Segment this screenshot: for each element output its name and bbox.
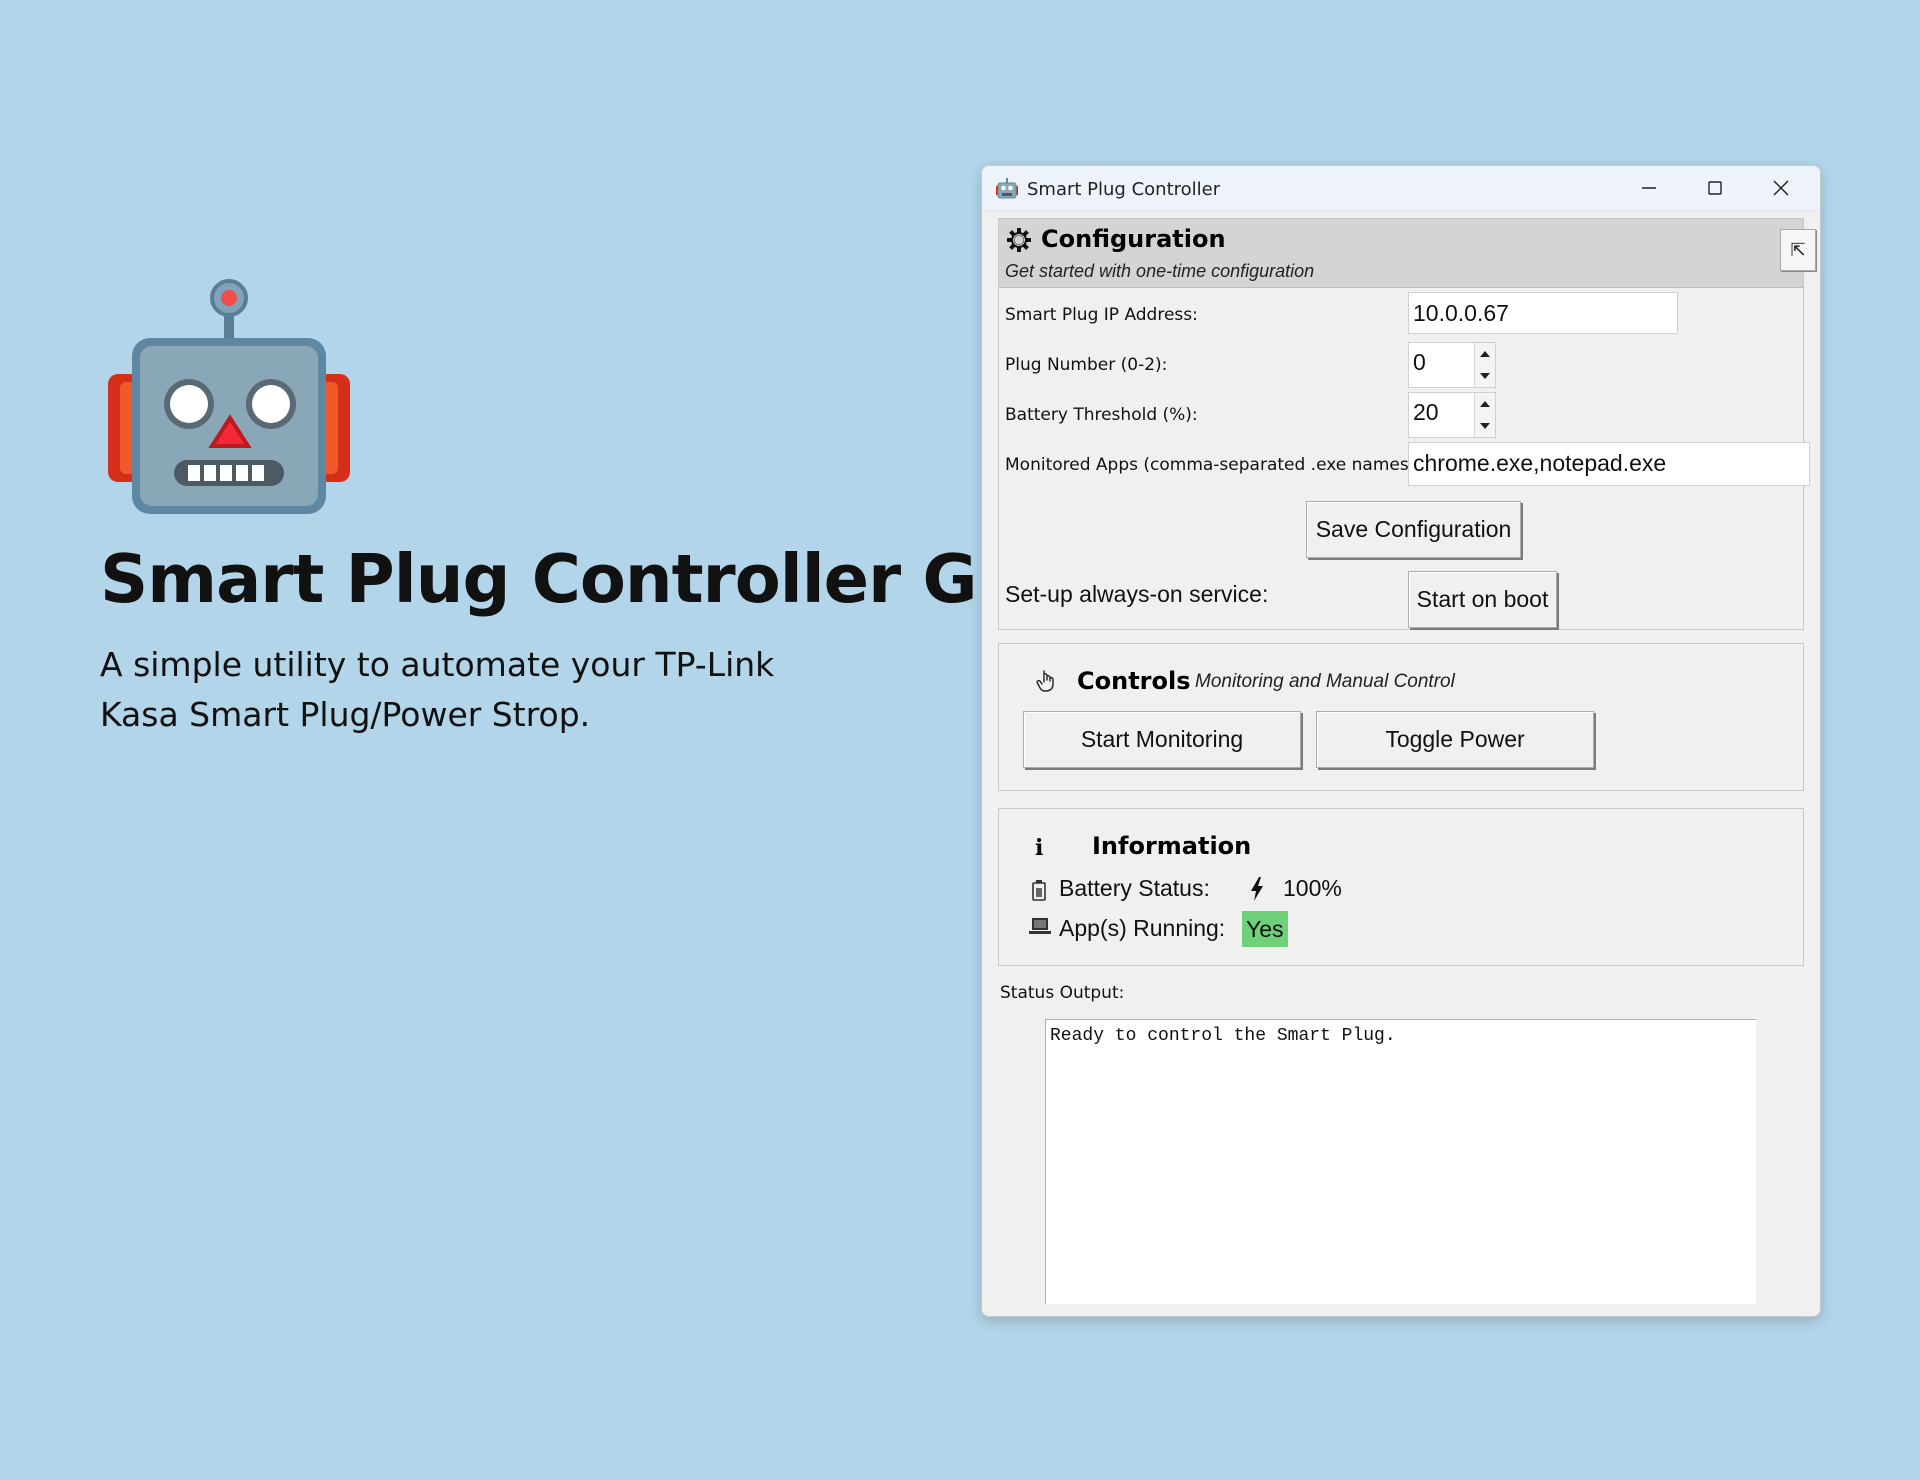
gear-icon xyxy=(1007,228,1031,252)
spin-up-button[interactable] xyxy=(1475,393,1495,415)
maximize-icon xyxy=(1708,181,1722,195)
configuration-section: Configuration Get started with one-time … xyxy=(998,218,1816,630)
apps-running-value: Yes xyxy=(1242,911,1288,947)
battery-threshold-label: Battery Threshold (%): xyxy=(1005,405,1198,425)
window-title: Smart Plug Controller xyxy=(1027,179,1221,200)
information-section: i Information Battery Status: 100% App(s… xyxy=(998,808,1804,966)
start-monitoring-button[interactable]: Start Monitoring xyxy=(1023,711,1301,768)
battery-status-value: 100% xyxy=(1283,875,1342,901)
save-configuration-button[interactable]: Save Configuration xyxy=(1306,501,1521,558)
status-output-text: Ready to control the Smart Plug. xyxy=(1050,1026,1396,1046)
spin-down-button[interactable] xyxy=(1475,415,1495,437)
spin-down-button[interactable] xyxy=(1475,365,1495,387)
robot-icon xyxy=(108,279,350,514)
status-output-textbox[interactable]: Ready to control the Smart Plug. xyxy=(1045,1019,1756,1304)
spin-arrows xyxy=(1474,343,1495,387)
chevron-up-icon xyxy=(1480,401,1490,407)
ip-address-input[interactable]: 10.0.0.67 xyxy=(1408,292,1678,334)
apps-running-label: App(s) Running: xyxy=(1059,915,1226,941)
info-icon: i xyxy=(1035,835,1044,861)
service-label: Set-up always-on service: xyxy=(1005,581,1269,607)
controls-subtitle: Monitoring and Manual Control xyxy=(1195,671,1455,692)
information-title: Information xyxy=(1092,832,1252,860)
chevron-down-icon xyxy=(1480,373,1490,379)
lightning-icon xyxy=(1251,877,1263,901)
minimize-icon xyxy=(1642,187,1656,189)
chevron-up-icon xyxy=(1480,351,1490,357)
title-bar[interactable]: Smart Plug Controller xyxy=(982,166,1820,211)
plug-number-label: Plug Number (0-2): xyxy=(1005,355,1168,375)
battery-status-label: Battery Status: xyxy=(1059,875,1210,901)
toggle-power-button[interactable]: Toggle Power xyxy=(1316,711,1594,768)
hand-pointer-icon xyxy=(1036,670,1054,692)
close-button[interactable] xyxy=(1754,172,1808,204)
monitored-apps-label: Monitored Apps (comma-separated .exe nam… xyxy=(1005,455,1422,475)
ip-address-label: Smart Plug IP Address: xyxy=(1005,305,1198,325)
hero-title: Smart Plug Controller GUI xyxy=(100,540,1055,618)
battery-threshold-spinbox[interactable]: 20 xyxy=(1408,392,1496,438)
status-output-label: Status Output: xyxy=(1000,983,1125,1003)
close-icon xyxy=(1773,180,1789,196)
configuration-title: Configuration xyxy=(1041,225,1226,253)
chevron-down-icon xyxy=(1480,423,1490,429)
start-on-boot-button[interactable]: Start on boot xyxy=(1408,571,1557,628)
collapse-icon: ⇱ xyxy=(1790,239,1806,260)
spin-up-button[interactable] xyxy=(1475,343,1495,365)
controls-section: Controls Monitoring and Manual Control S… xyxy=(998,643,1804,791)
app-window: Smart Plug Controller Configuration Get … xyxy=(981,165,1821,1317)
maximize-button[interactable] xyxy=(1688,172,1742,204)
spin-arrows xyxy=(1474,393,1495,437)
configuration-header: Configuration Get started with one-time … xyxy=(999,219,1803,288)
plug-number-value: 0 xyxy=(1413,349,1426,375)
hero-subtitle: A simple utility to automate your TP-Lin… xyxy=(100,645,775,734)
plug-number-spinbox[interactable]: 0 xyxy=(1408,342,1496,388)
minimize-button[interactable] xyxy=(1622,172,1676,204)
laptop-icon xyxy=(1029,918,1051,934)
monitored-apps-input[interactable]: chrome.exe,notepad.exe xyxy=(1408,442,1810,486)
configuration-subtitle: Get started with one-time configuration xyxy=(1005,261,1315,281)
collapse-button[interactable]: ⇱ xyxy=(1780,229,1816,271)
robot-icon xyxy=(996,178,1018,199)
battery-icon xyxy=(1032,880,1046,901)
controls-title: Controls xyxy=(1077,667,1191,695)
battery-threshold-value: 20 xyxy=(1413,399,1439,425)
